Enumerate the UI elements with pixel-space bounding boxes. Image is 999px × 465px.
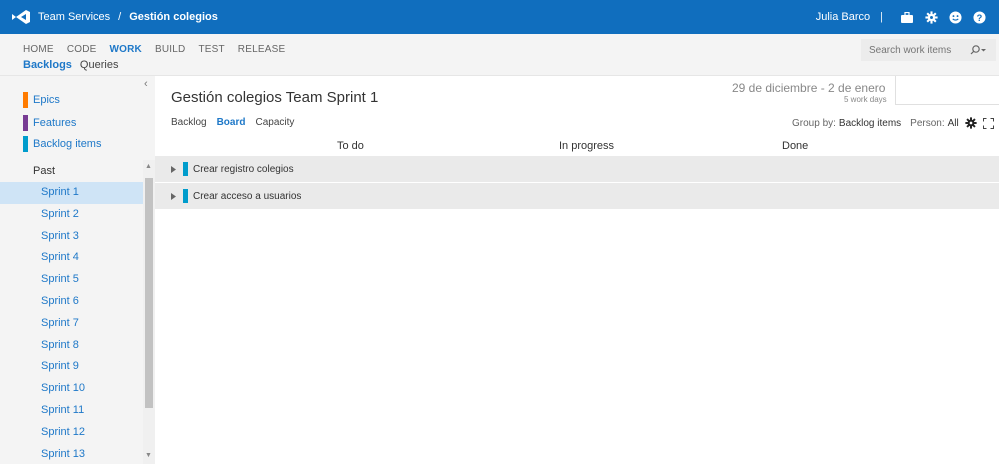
sprint-item-9[interactable]: Sprint 9	[0, 356, 143, 378]
backlog-items[interactable]: Backlog items	[23, 136, 101, 152]
epics-color-swatch	[23, 92, 28, 108]
board-row[interactable]: Crear registro colegios	[155, 156, 999, 182]
sub-hub-tabs: Backlogs Queries	[23, 59, 126, 71]
hub-test[interactable]: TEST	[198, 44, 224, 55]
sprint-item-5[interactable]: Sprint 5	[0, 269, 143, 291]
backlog-features[interactable]: Features	[23, 115, 76, 131]
capacity-summary-box	[895, 76, 999, 105]
product-name[interactable]: Team Services	[38, 11, 110, 23]
sprint-item-2[interactable]: Sprint 2	[0, 204, 143, 226]
view-pivots: Backlog Board Capacity	[171, 117, 304, 128]
tab-board[interactable]: Board	[217, 117, 246, 128]
sprint-item-11[interactable]: Sprint 11	[0, 400, 143, 422]
hub-release[interactable]: RELEASE	[238, 44, 286, 55]
user-name[interactable]: Julia Barco	[816, 11, 870, 23]
person-filter-dropdown[interactable]: All	[948, 118, 959, 129]
scroll-up-icon[interactable]: ▲	[145, 163, 152, 170]
sprint-item-1[interactable]: Sprint 1	[0, 182, 143, 204]
scrollbar-thumb[interactable]	[145, 178, 153, 408]
work-item-color-bar	[183, 162, 188, 176]
backlog-items-label: Backlog items	[33, 138, 102, 150]
sprint-item-10[interactable]: Sprint 10	[0, 378, 143, 400]
column-header-todo: To do	[337, 140, 364, 152]
backlog-items-color-swatch	[23, 136, 28, 152]
gear-icon[interactable]	[919, 5, 943, 29]
breadcrumb-separator: /	[118, 11, 122, 23]
expand-row-icon[interactable]	[171, 160, 176, 178]
hub-build[interactable]: BUILD	[155, 44, 185, 55]
scroll-down-icon[interactable]: ▼	[145, 452, 152, 459]
search-icon[interactable]	[969, 45, 987, 55]
hub-work[interactable]: WORK	[110, 44, 142, 55]
visual-studio-logo-icon[interactable]	[10, 9, 32, 25]
briefcase-icon[interactable]	[895, 5, 919, 29]
tab-backlogs[interactable]: Backlogs	[23, 59, 72, 71]
gear-icon[interactable]	[965, 117, 977, 129]
column-header-done: Done	[782, 140, 809, 152]
collapse-pane-icon[interactable]: ‹	[144, 78, 148, 90]
tab-backlog[interactable]: Backlog	[171, 117, 207, 128]
page-title: Gestión colegios Team Sprint 1	[171, 89, 379, 106]
column-header-in-progress: In progress	[559, 140, 615, 152]
board-column-headers: To do In progress Done	[155, 138, 999, 154]
help-icon[interactable]: ?	[967, 5, 991, 29]
tab-queries[interactable]: Queries	[80, 59, 119, 71]
person-label: Person:	[910, 117, 945, 129]
expand-row-icon[interactable]	[171, 187, 176, 205]
sprint-item-7[interactable]: Sprint 7	[0, 313, 143, 335]
past-group-label: Past	[33, 165, 56, 177]
hub-tabs: HOME CODE WORK BUILD TEST RELEASE	[23, 44, 298, 55]
sprint-item-6[interactable]: Sprint 6	[0, 291, 143, 313]
board-row[interactable]: Crear acceso a usuarios	[155, 183, 999, 209]
fullscreen-icon[interactable]	[982, 117, 994, 129]
sprint-dates[interactable]: 29 de diciembre - 2 de enero	[732, 81, 885, 95]
board-toolbar: Group by: Backlog items Person: All	[792, 117, 994, 129]
backlog-epics[interactable]: Epics	[23, 92, 60, 108]
sprint-item-12[interactable]: Sprint 12	[0, 422, 143, 444]
left-pane: ‹ Epics Features Backlog items Past Spri…	[0, 76, 155, 464]
main-content: Gestión colegios Team Sprint 1 29 de dic…	[155, 76, 999, 464]
top-bar: Team Services / Gestión colegios Julia B…	[0, 0, 999, 34]
tab-capacity[interactable]: Capacity	[255, 117, 294, 128]
hub-home[interactable]: HOME	[23, 44, 54, 55]
sprint-item-8[interactable]: Sprint 8	[0, 335, 143, 357]
sprint-item-4[interactable]: Sprint 4	[0, 247, 143, 269]
backlog-features-label: Features	[33, 117, 77, 129]
search-input[interactable]	[861, 44, 961, 56]
features-color-swatch	[23, 115, 28, 131]
group-by-label: Group by:	[792, 117, 836, 129]
sprint-list: Past Sprint 1 Sprint 2 Sprint 3 Sprint 4…	[0, 160, 143, 465]
project-name[interactable]: Gestión colegios	[129, 11, 218, 23]
svg-text:?: ?	[976, 12, 982, 22]
smiley-icon[interactable]	[943, 5, 967, 29]
divider: |	[880, 11, 883, 23]
work-item-color-bar	[183, 189, 188, 203]
sprint-list-scrollbar[interactable]: ▲ ▼	[143, 160, 155, 464]
group-by-dropdown[interactable]: Backlog items	[839, 118, 901, 129]
work-item-title[interactable]: Crear registro colegios	[193, 164, 294, 175]
search-box[interactable]	[861, 39, 996, 61]
work-days: 5 work days	[844, 95, 887, 104]
sprint-item-13[interactable]: Sprint 13	[0, 444, 143, 465]
hub-navigation: HOME CODE WORK BUILD TEST RELEASE Backlo…	[0, 34, 999, 76]
work-item-title[interactable]: Crear acceso a usuarios	[193, 191, 301, 202]
backlog-epics-label: Epics	[33, 94, 60, 106]
sprint-item-3[interactable]: Sprint 3	[0, 226, 143, 248]
hub-code[interactable]: CODE	[67, 44, 97, 55]
